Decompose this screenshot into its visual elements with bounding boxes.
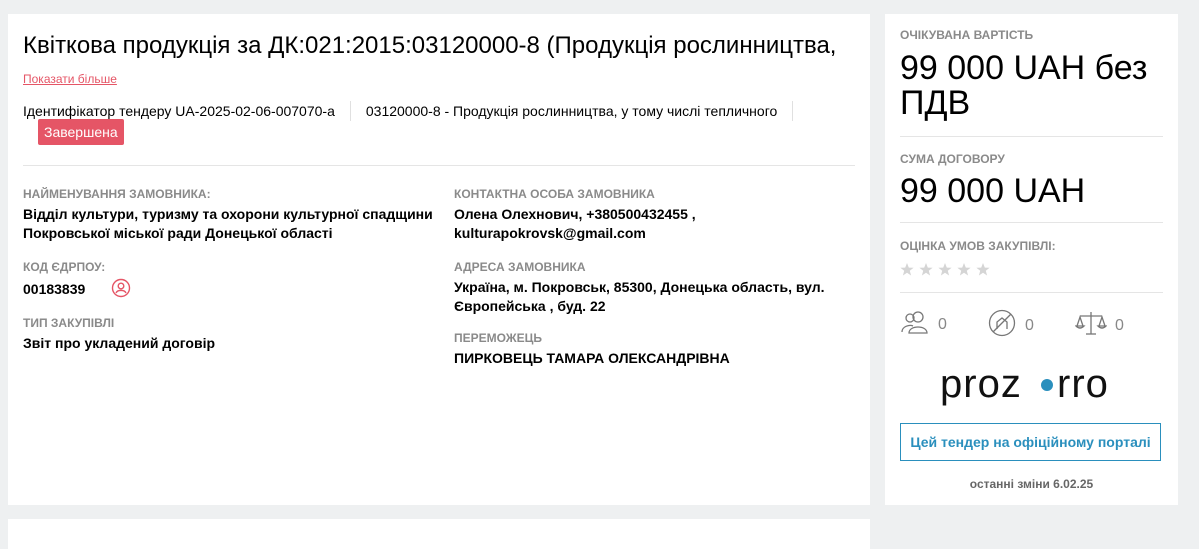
customer-name-line2: Покровської міської ради Донецької облас… (23, 225, 333, 241)
winner-field: ПЕРЕМОЖЕЦЬ ПИРКОВЕЦЬ ТАМАРА ОЛЕКСАНДРІВН… (454, 331, 854, 368)
logo-text-right: rro (1057, 362, 1109, 406)
contact-email[interactable]: kulturapokrovsk@gmail.com (454, 224, 854, 243)
tender-main-card: Квіткова продукція за ДК:021:2015:031200… (8, 14, 870, 505)
tender-identifier: Ідентифікатор тендеру UA-2025-02-06-0070… (23, 103, 335, 119)
divider (900, 136, 1163, 137)
prozorro-logo[interactable]: proz rro (940, 361, 1130, 416)
logo-dot-icon (1041, 379, 1053, 391)
scales-icon (1074, 309, 1108, 342)
procurement-type-label: ТИП ЗАКУПІВЛІ (23, 316, 115, 330)
no-complaints-icon (987, 309, 1017, 342)
star-icon (957, 263, 971, 276)
logo-text-left: proz (940, 362, 1022, 406)
edrpou-value: 00183839 (23, 281, 86, 298)
appeals-count: 0 (1115, 316, 1124, 334)
edrpou-label: КОД ЄДРПОУ: (23, 260, 106, 274)
tender-title: Квіткова продукція за ДК:021:2015:031200… (23, 32, 837, 59)
tender-meta-row: Ідентифікатор тендеру UA-2025-02-06-0070… (23, 101, 794, 121)
tender-side-card: ОЧІКУВАНА ВАРТІСТЬ 99 000 UAH без ПДВ СУ… (885, 14, 1178, 505)
procurement-type-field: ТИП ЗАКУПІВЛІ Звіт про укладений договір (23, 316, 443, 353)
official-portal-button[interactable]: Цей тендер на офіційному порталі (900, 423, 1161, 461)
expected-value-label: ОЧІКУВАНА ВАРТІСТЬ (900, 28, 1034, 42)
contact-line1: Олена Олехнович, +380500432455 , (454, 206, 696, 222)
star-icon (900, 263, 914, 276)
participants-stat: 0 (900, 309, 947, 340)
address-line1: Україна, м. Покровськ, 85300, Донецька о… (454, 279, 825, 295)
user-profile-icon[interactable] (111, 278, 131, 303)
star-icon (919, 263, 933, 276)
participants-count: 0 (938, 315, 947, 333)
expected-value-line2: ПДВ (900, 84, 971, 122)
contract-sum-label: СУМА ДОГОВОРУ (900, 152, 1005, 166)
complaints-stat: 0 (987, 309, 1034, 342)
show-more-link[interactable]: Показати більше (23, 72, 117, 86)
customer-name-line1: Відділ культури, туризму та охорони куль… (23, 206, 433, 222)
next-section-card (8, 519, 870, 549)
last-change-date: останні зміни 6.02.25 (969, 477, 1094, 491)
address-field: АДРЕСА ЗАМОВНИКА Україна, м. Покровськ, … (454, 260, 854, 316)
contact-field: КОНТАКТНА ОСОБА ЗАМОВНИКА Олена Олехнови… (454, 187, 854, 243)
contact-label: КОНТАКТНА ОСОБА ЗАМОВНИКА (454, 187, 655, 201)
appeals-stat: 0 (1074, 309, 1124, 342)
tender-classification: 03120000-8 - Продукція рослинництва, у т… (349, 101, 792, 121)
customer-name-field: НАЙМЕНУВАННЯ ЗАМОВНИКА: Відділ культури,… (23, 187, 443, 243)
address-line2: Європейська , буд. 22 (454, 298, 606, 314)
divider (900, 222, 1163, 223)
status-badge: Завершена (38, 119, 124, 145)
participants-icon (900, 309, 930, 340)
divider (23, 165, 855, 166)
customer-name-label: НАЙМЕНУВАННЯ ЗАМОВНИКА: (23, 187, 211, 201)
contract-sum-value: 99 000 UAH (900, 172, 1086, 210)
address-label: АДРЕСА ЗАМОВНИКА (454, 260, 586, 274)
divider (900, 292, 1163, 293)
edrpou-field: КОД ЄДРПОУ: 00183839 (23, 260, 443, 303)
star-icon (938, 263, 952, 276)
tender-stats: 0 0 0 (900, 309, 1163, 341)
winner-value: ПИРКОВЕЦЬ ТАМАРА ОЛЕКСАНДРІВНА (454, 350, 730, 366)
complaints-count: 0 (1025, 316, 1034, 334)
winner-label: ПЕРЕМОЖЕЦЬ (454, 331, 543, 345)
star-icon (976, 263, 990, 276)
procurement-type-value: Звіт про укладений договір (23, 335, 216, 351)
rating-stars (900, 262, 992, 283)
expected-value-line1: 99 000 UAH без (900, 49, 1148, 87)
meta-divider (792, 101, 794, 121)
rating-label: ОЦІНКА УМОВ ЗАКУПІВЛІ: (900, 239, 1056, 253)
edrpou-row: 00183839 (23, 278, 443, 303)
